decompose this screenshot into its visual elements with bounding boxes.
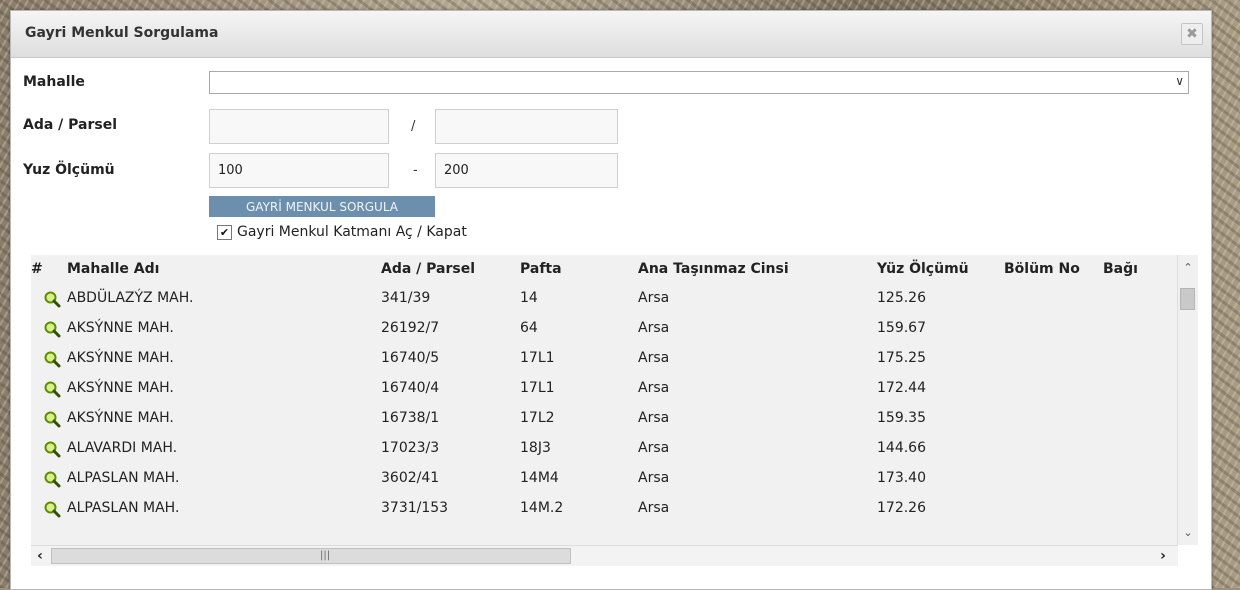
cell-cins: Arsa bbox=[638, 380, 670, 396]
cell-ada-parsel: 16738/1 bbox=[381, 410, 440, 426]
yuz-max-input[interactable] bbox=[435, 153, 618, 188]
magnifier-icon[interactable] bbox=[43, 500, 61, 518]
cell-mahalle: ALAVARDI MAH. bbox=[67, 440, 178, 456]
cell-ada-parsel: 341/39 bbox=[381, 290, 431, 306]
cell-cins: Arsa bbox=[638, 350, 670, 366]
cell-pafta: 14M4 bbox=[520, 470, 559, 486]
cell-cins: Arsa bbox=[638, 500, 670, 516]
table-row[interactable]: ABDÜLAZÝZ MAH. 341/39 14 Arsa 125.26 bbox=[31, 283, 1178, 313]
magnifier-icon[interactable] bbox=[43, 440, 61, 458]
scroll-left-icon[interactable]: ‹ bbox=[31, 546, 49, 566]
cell-pafta: 17L1 bbox=[520, 350, 555, 366]
magnifier-icon[interactable] bbox=[43, 380, 61, 398]
scroll-down-icon[interactable]: ⌄ bbox=[1178, 524, 1198, 541]
horizontal-scrollbar[interactable]: ‹ ||| › bbox=[31, 545, 1178, 566]
table-row[interactable]: AKSÝNNE MAH. 16738/1 17L2 Arsa 159.35 bbox=[31, 403, 1178, 433]
cell-mahalle: ALPASLAN MAH. bbox=[67, 470, 180, 486]
scroll-right-icon[interactable]: › bbox=[1154, 546, 1172, 566]
table-row[interactable]: ALAVARDI MAH. 17023/3 18J3 Arsa 144.66 bbox=[31, 433, 1178, 463]
horizontal-scroll-thumb[interactable]: ||| bbox=[51, 548, 571, 564]
cell-pafta: 14M.2 bbox=[520, 500, 564, 516]
cell-pafta: 17L2 bbox=[520, 410, 555, 426]
magnifier-icon[interactable] bbox=[43, 320, 61, 338]
cell-pafta: 18J3 bbox=[520, 440, 551, 456]
vertical-scrollbar[interactable]: ⌃ ⌄ bbox=[1177, 255, 1198, 545]
magnifier-icon[interactable] bbox=[43, 470, 61, 488]
ada-input[interactable] bbox=[209, 109, 389, 144]
layer-toggle[interactable]: ✔ Gayri Menkul Katmanı Aç / Kapat bbox=[217, 224, 467, 240]
chevron-down-icon: ∨ bbox=[1175, 74, 1184, 88]
magnifier-icon[interactable] bbox=[43, 350, 61, 368]
cell-yuz: 172.26 bbox=[877, 500, 926, 516]
magnifier-icon[interactable] bbox=[43, 410, 61, 428]
mahalle-select[interactable]: ∨ bbox=[209, 71, 1189, 94]
cell-cins: Arsa bbox=[638, 320, 670, 336]
cell-yuz: 175.25 bbox=[877, 350, 926, 366]
layer-toggle-label: Gayri Menkul Katmanı Aç / Kapat bbox=[237, 224, 467, 240]
col-header-cins[interactable]: Ana Taşınmaz Cinsi bbox=[638, 261, 789, 277]
cell-pafta: 64 bbox=[520, 320, 538, 336]
grip-icon: ||| bbox=[320, 550, 331, 561]
cell-ada-parsel: 3731/153 bbox=[381, 500, 449, 516]
cell-pafta: 14 bbox=[520, 290, 538, 306]
yuz-olcumu-label: Yuz Ölçümü bbox=[23, 162, 115, 178]
gayri-menkul-sorgula-button[interactable]: GAYRİ MENKUL SORGULA bbox=[209, 196, 435, 217]
cell-ada-parsel: 17023/3 bbox=[381, 440, 440, 456]
scroll-up-icon[interactable]: ⌃ bbox=[1178, 259, 1198, 276]
cell-ada-parsel: 3602/41 bbox=[381, 470, 440, 486]
magnifier-icon[interactable] bbox=[43, 290, 61, 308]
cell-mahalle: AKSÝNNE MAH. bbox=[67, 350, 174, 366]
col-header-mahalle[interactable]: Mahalle Adı bbox=[67, 261, 159, 277]
grid-header: # Mahalle Adı Ada / Parsel Pafta Ana Taş… bbox=[31, 255, 1178, 281]
col-header-yuz-olcumu[interactable]: Yüz Ölçümü bbox=[877, 261, 969, 277]
cell-ada-parsel: 16740/5 bbox=[381, 350, 440, 366]
table-row[interactable]: AKSÝNNE MAH. 16740/4 17L1 Arsa 172.44 bbox=[31, 373, 1178, 403]
cell-ada-parsel: 26192/7 bbox=[381, 320, 440, 336]
cell-pafta: 17L1 bbox=[520, 380, 555, 396]
col-header-bagi[interactable]: Bağı bbox=[1103, 261, 1138, 277]
table-row[interactable]: AKSÝNNE MAH. 16740/5 17L1 Arsa 175.25 bbox=[31, 343, 1178, 373]
col-header-bolum-no[interactable]: Bölüm No bbox=[1004, 261, 1080, 277]
mahalle-label: Mahalle bbox=[23, 74, 85, 90]
table-row[interactable]: ALPASLAN MAH. 3731/153 14M.2 Arsa 172.26 bbox=[31, 493, 1178, 523]
col-header-pafta[interactable]: Pafta bbox=[520, 261, 562, 277]
cell-mahalle: ABDÜLAZÝZ MAH. bbox=[67, 290, 194, 306]
cell-yuz: 144.66 bbox=[877, 440, 926, 456]
col-header-index[interactable]: # bbox=[31, 261, 43, 277]
cell-mahalle: AKSÝNNE MAH. bbox=[67, 380, 174, 396]
cell-ada-parsel: 16740/4 bbox=[381, 380, 440, 396]
cell-mahalle: AKSÝNNE MAH. bbox=[67, 410, 174, 426]
cell-yuz: 159.35 bbox=[877, 410, 926, 426]
cell-mahalle: ALPASLAN MAH. bbox=[67, 500, 180, 516]
cell-yuz: 125.26 bbox=[877, 290, 926, 306]
dialog-titlebar[interactable]: Gayri Menkul Sorgulama ✖ bbox=[11, 11, 1211, 58]
dialog-title: Gayri Menkul Sorgulama bbox=[25, 25, 219, 41]
ada-parsel-separator: / bbox=[411, 119, 416, 134]
cell-cins: Arsa bbox=[638, 440, 670, 456]
results-grid: # Mahalle Adı Ada / Parsel Pafta Ana Taş… bbox=[31, 255, 1198, 545]
col-header-ada-parsel[interactable]: Ada / Parsel bbox=[381, 261, 475, 277]
vertical-scroll-thumb[interactable] bbox=[1180, 288, 1195, 310]
cell-mahalle: AKSÝNNE MAH. bbox=[67, 320, 174, 336]
cell-yuz: 159.67 bbox=[877, 320, 926, 336]
cell-cins: Arsa bbox=[638, 470, 670, 486]
gayri-menkul-dialog: Gayri Menkul Sorgulama ✖ Mahalle ∨ Ada /… bbox=[10, 10, 1212, 590]
parsel-input[interactable] bbox=[435, 109, 618, 144]
close-icon[interactable]: ✖ bbox=[1181, 23, 1203, 45]
cell-cins: Arsa bbox=[638, 290, 670, 306]
cell-yuz: 172.44 bbox=[877, 380, 926, 396]
yuz-min-input[interactable] bbox=[209, 153, 389, 188]
table-row[interactable]: AKSÝNNE MAH. 26192/7 64 Arsa 159.67 bbox=[31, 313, 1178, 343]
ada-parsel-label: Ada / Parsel bbox=[23, 117, 118, 133]
cell-yuz: 173.40 bbox=[877, 470, 926, 486]
cell-cins: Arsa bbox=[638, 410, 670, 426]
yuz-separator: - bbox=[413, 163, 418, 178]
layer-toggle-checkbox[interactable]: ✔ bbox=[217, 224, 232, 240]
table-row[interactable]: ALPASLAN MAH. 3602/41 14M4 Arsa 173.40 bbox=[31, 463, 1178, 493]
